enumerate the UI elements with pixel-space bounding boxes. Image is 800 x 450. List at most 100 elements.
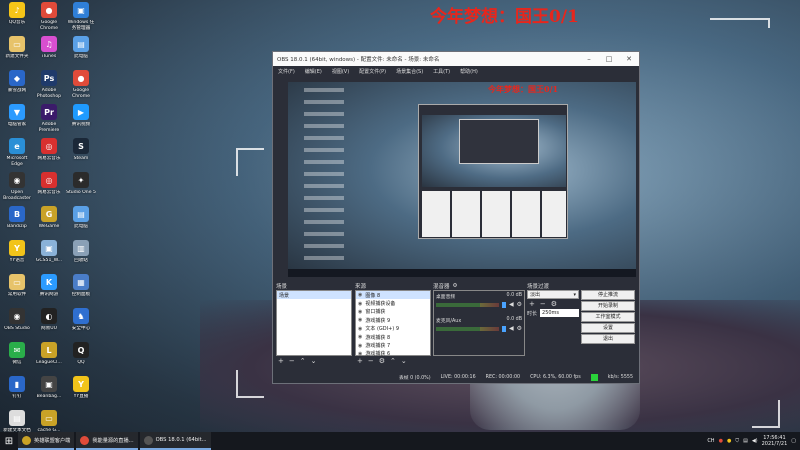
add-icon[interactable]: + [529,300,535,308]
menu-view[interactable]: 视图(V) [327,68,354,75]
start-recording-button[interactable]: 开始录制 [581,301,635,311]
desktop-icon[interactable]: B Bandizip [2,206,32,236]
source-item[interactable]: ◉ 视频捕获设备 [356,299,430,308]
move-down-icon[interactable]: ⌄ [401,357,407,365]
eye-icon[interactable]: ◉ [358,343,362,349]
taskbar-app-league[interactable]: 英雄联盟客户端 [18,432,75,450]
eye-icon[interactable]: ◉ [358,301,362,307]
exit-button[interactable]: 退出 [581,334,635,344]
duration-input[interactable]: 250ms [540,309,579,317]
desktop-icon[interactable]: ◎ 网易云音乐 [34,138,64,168]
desktop-icon[interactable]: G WeGame [34,206,64,236]
source-item[interactable]: ◉ 文本 (GDI+) 9 [356,325,430,333]
shield-icon[interactable]: ⛉ [735,438,739,444]
move-up-icon[interactable]: ⌃ [300,357,306,365]
desktop-icon[interactable]: ♪ QQ音乐 [2,2,32,32]
desktop-icon[interactable]: ▼ 电脑管家 [2,104,32,134]
obs-titlebar[interactable]: OBS 18.0.1 (64bit, windows) - 配置文件: 未命名 … [273,52,639,66]
remove-icon[interactable]: − [289,357,295,365]
clock[interactable]: 17:56:41 2021/7/21 [762,435,788,447]
source-item[interactable]: ◉ 游戏捕获 7 [356,341,430,350]
speaker-icon[interactable]: ◀ [509,301,514,308]
eye-icon[interactable]: ◉ [358,326,362,332]
stop-streaming-button[interactable]: 停止推流 [581,290,635,300]
desktop-icon[interactable]: ◐ 网易UU [34,308,64,338]
desktop-icon[interactable]: ▤ 此电脑 [66,206,96,236]
menu-edit[interactable]: 编辑(E) [300,68,327,75]
desktop-icon[interactable]: S Steam [66,138,96,168]
desktop-icon[interactable]: ▭ 常用软件 [2,274,32,304]
desktop-icon[interactable]: ◎ 网易云音乐 [34,172,64,202]
close-icon[interactable]: ✕ [619,55,639,63]
desktop-icon[interactable]: ▦ 控制面板 [66,274,96,304]
desktop-icon[interactable]: ▮ 钉钉 [2,376,32,406]
menu-file[interactable]: 文件(F) [273,68,300,75]
move-up-icon[interactable]: ⌃ [390,357,396,365]
input-method-indicator[interactable]: CH [707,438,714,444]
settings-button[interactable]: 设置 [581,323,635,333]
remove-icon[interactable]: − [368,357,374,365]
sources-list[interactable]: ◉ 图像 8 ◉ 视频捕获设备 ◉ 窗口捕获 ◉ 游戏捕获 9 ◉ 文本 (GDI+) 9 ◉ 游戏捕… [355,290,431,357]
desktop-icon[interactable]: ● Google Chrome [34,2,64,32]
desktop-icon[interactable]: ✉ 微信 [2,342,32,372]
desktop-icon[interactable]: ◉ OBS Studio [2,308,32,338]
gear-icon[interactable]: ⚙ [453,283,458,289]
desktop-icon[interactable]: ▣ Windows 任务管理器 [66,2,96,32]
desktop-icon[interactable]: Pr Adobe Premiere [34,104,64,134]
eye-icon[interactable]: ◉ [358,334,362,340]
eye-icon[interactable]: ◉ [358,309,362,315]
desktop-icon[interactable]: ▶ 腾讯视频 [66,104,96,134]
maximize-icon[interactable]: □ [599,55,619,63]
menu-scene-collection[interactable]: 场景集合(S) [391,68,428,75]
notification-icon[interactable]: ▢ [791,438,796,444]
speaker-icon[interactable]: ◀ [509,325,514,332]
gear-icon[interactable]: ⚙ [551,300,557,308]
source-item[interactable]: ◉ 窗口捕获 [356,308,430,316]
desktop-icon[interactable]: Y YY直播 [66,376,96,406]
desktop-icon[interactable]: ◆ 暴雪战网 [2,70,32,100]
network-icon[interactable]: ▤ [743,438,748,444]
desktop-icon[interactable]: Q QQ [66,342,96,372]
scenes-list[interactable]: 场景 [276,290,352,356]
source-item[interactable]: ◉ 图像 8 [356,291,430,300]
volume-knob[interactable] [501,325,506,332]
volume-slider[interactable]: ◀ ⚙ [436,301,522,308]
gear-icon[interactable]: ⚙ [517,325,522,332]
eye-icon[interactable]: ◉ [358,317,362,323]
menu-tools[interactable]: 工具(T) [428,68,455,75]
desktop-icon[interactable]: ▣ Beanbag... [34,376,64,406]
desktop-icon[interactable]: K 腾讯网游 [34,274,64,304]
add-icon[interactable]: + [278,357,284,365]
volume-icon[interactable]: ◀) [752,438,758,444]
desktop-icon[interactable]: Y YY语音 [2,240,32,270]
volume-slider[interactable]: ◀ ⚙ [436,325,522,332]
taskbar-app-chrome[interactable]: 我能量源的直播... [76,432,138,450]
desktop-icon[interactable]: ◉ Open Broadcaster [2,172,32,202]
source-item[interactable]: ◉ 游戏捕获 8 [356,333,430,341]
gear-icon[interactable]: ⚙ [379,357,385,365]
tray-app-icon[interactable]: ● [727,438,731,444]
move-down-icon[interactable]: ⌄ [311,357,317,365]
desktop-icon[interactable]: ● Google Chrome [66,70,96,100]
desktop-icon[interactable]: ▤ 此电脑 [66,36,96,66]
desktop-icon[interactable]: Ps Adobe Photoshop [34,70,64,100]
source-item[interactable]: ◉ 游戏捕获 9 [356,316,430,324]
desktop-icon[interactable]: L LeagueCl... [34,342,64,372]
minimize-icon[interactable]: – [579,55,599,63]
menu-help[interactable]: 帮助(H) [455,68,483,75]
scene-item[interactable]: 场景 [277,291,351,300]
obs-window[interactable]: OBS 18.0.1 (64bit, windows) - 配置文件: 未命名 … [272,51,640,384]
transition-select[interactable]: 淡出 ▾ [527,290,579,299]
gear-icon[interactable]: ⚙ [517,301,522,308]
desktop-icon[interactable]: ▣ GCS51_W... [34,240,64,270]
studio-mode-button[interactable]: 工作室模式 [581,312,635,322]
desktop-icon[interactable]: e Microsoft Edge [2,138,32,168]
desktop-icon[interactable]: ♫ iTunes [34,36,64,66]
tray-app-icon[interactable]: ● [719,438,723,444]
menu-profile[interactable]: 配置文件(P) [354,68,391,75]
desktop-icon[interactable]: ▥ 回收站 [66,240,96,270]
eye-icon[interactable]: ◉ [358,292,362,298]
windows-start-icon[interactable]: ⊞ [0,432,18,450]
desktop-icon[interactable]: ✦ Studio One 5 [66,172,96,202]
desktop-icon[interactable]: ♞ 安全中心 [66,308,96,338]
